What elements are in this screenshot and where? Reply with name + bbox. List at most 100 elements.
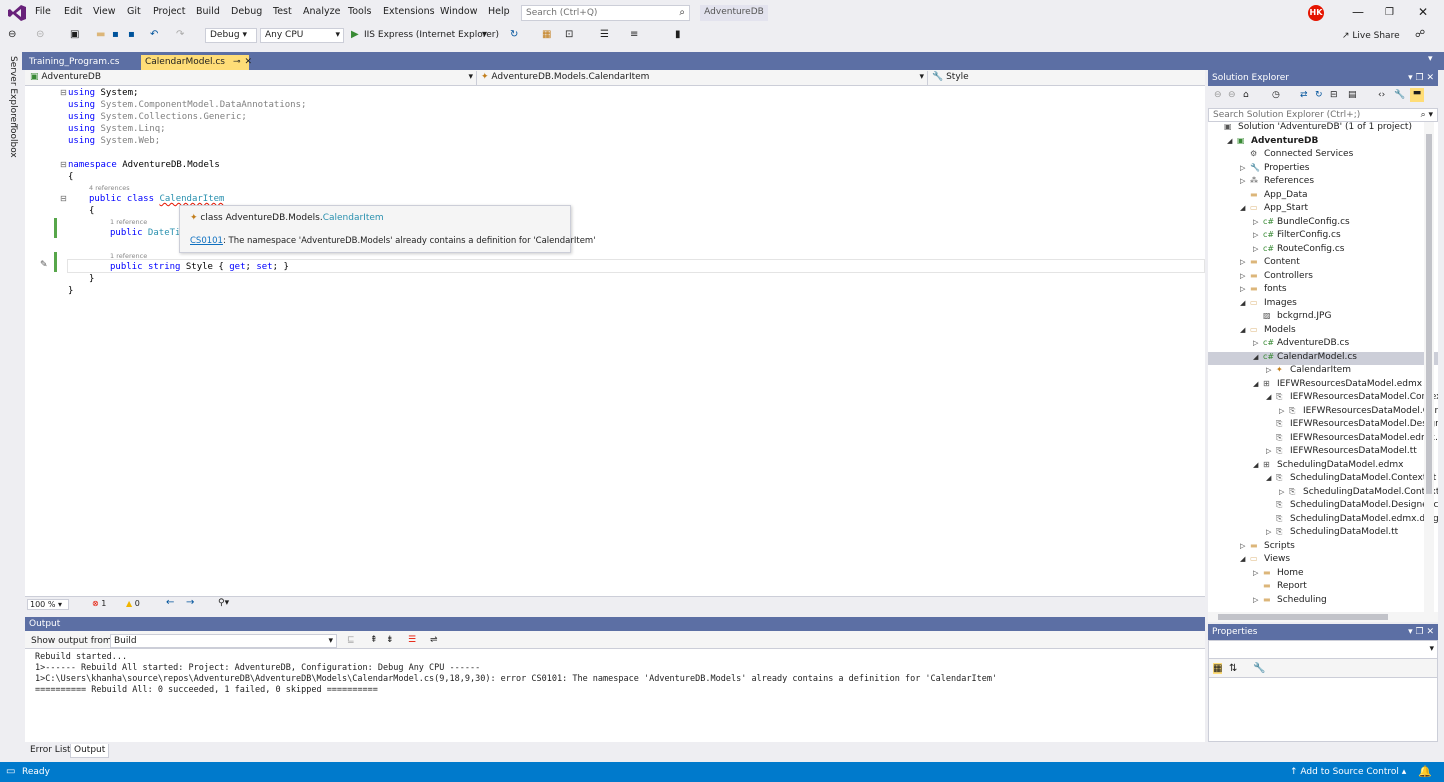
tree-item[interactable]: ◢ ⎘ SchedulingDataModel.Context.tt bbox=[1208, 473, 1438, 487]
save-all-icon[interactable]: ▪ bbox=[128, 29, 135, 40]
tree-item[interactable]: ▬ Report bbox=[1208, 581, 1438, 595]
back-icon[interactable]: ⊖ bbox=[1214, 90, 1222, 100]
forward-icon[interactable]: ⊝ bbox=[36, 29, 44, 40]
expand-arrow-icon[interactable]: ▷ bbox=[1253, 596, 1263, 604]
fold-toggle[interactable]: ⊟ bbox=[60, 88, 67, 97]
tree-item[interactable]: ◢ ▭ Models bbox=[1208, 325, 1438, 339]
tree-item[interactable]: ▷ ⎘ SchedulingDataModel.Context bbox=[1208, 487, 1438, 501]
tree-item[interactable]: ▷ ▬ Content bbox=[1208, 257, 1438, 271]
error-code-link[interactable]: CS0101 bbox=[190, 236, 223, 246]
tree-item[interactable]: ▷ ▬ Controllers bbox=[1208, 271, 1438, 285]
menu-item-project[interactable]: Project bbox=[153, 6, 186, 17]
sync-icon[interactable]: ⇄ bbox=[1300, 90, 1308, 100]
menu-item-file[interactable]: File bbox=[35, 6, 51, 17]
expand-arrow-icon[interactable]: ◢ bbox=[1253, 380, 1263, 388]
expand-arrow-icon[interactable]: ▷ bbox=[1266, 528, 1276, 536]
tree-hscrollbar[interactable] bbox=[1208, 612, 1438, 622]
tree-item[interactable]: ⎘ SchedulingDataModel.edmx.diag bbox=[1208, 514, 1438, 528]
tab-output[interactable]: Output bbox=[70, 744, 110, 758]
expand-arrow-icon[interactable]: ▷ bbox=[1253, 231, 1263, 239]
tab-server-explorer[interactable]: Server Explorer bbox=[8, 56, 18, 126]
expand-arrow-icon[interactable]: ▷ bbox=[1253, 569, 1263, 577]
tab-toolbox[interactable]: Toolbox bbox=[8, 124, 18, 158]
restore-icon[interactable]: ❐ bbox=[1385, 7, 1394, 18]
expand-arrow-icon[interactable]: ▷ bbox=[1240, 258, 1250, 266]
tree-item[interactable]: ◢ ▭ Views bbox=[1208, 554, 1438, 568]
property-pages-icon[interactable]: 🔧 bbox=[1253, 663, 1265, 674]
avatar[interactable]: HK bbox=[1308, 5, 1324, 21]
undo-icon[interactable]: ↶ bbox=[150, 29, 158, 40]
expand-arrow-icon[interactable]: ▷ bbox=[1240, 164, 1250, 172]
tree-item[interactable]: ▷ ▬ fonts bbox=[1208, 284, 1438, 298]
expand-arrow-icon[interactable]: ▷ bbox=[1266, 366, 1276, 374]
screenshot-icon[interactable]: ⊡ bbox=[565, 29, 573, 40]
menu-item-build[interactable]: Build bbox=[196, 6, 220, 17]
home-icon[interactable]: ⌂ bbox=[1243, 90, 1249, 100]
tree-item[interactable]: ▷ ✦ CalendarItem bbox=[1208, 365, 1438, 379]
menu-item-extensions[interactable]: Extensions bbox=[383, 6, 435, 17]
add-to-source-control-button[interactable]: ↑ Add to Source Control ▴ bbox=[1290, 767, 1406, 777]
tree-item[interactable]: ▷ c# BundleConfig.cs bbox=[1208, 217, 1438, 231]
visual-studio-logo-icon[interactable] bbox=[8, 5, 26, 21]
expand-arrow-icon[interactable]: ◢ bbox=[1227, 137, 1237, 145]
expand-arrow-icon[interactable]: ▷ bbox=[1279, 407, 1289, 415]
redo-icon[interactable]: ↷ bbox=[176, 29, 184, 40]
tree-item[interactable]: ▷ ⁂ References bbox=[1208, 176, 1438, 190]
go-to-line-icon[interactable]: ⊑ bbox=[347, 635, 355, 645]
clear-all-icon[interactable]: ☰ bbox=[408, 635, 416, 645]
fold-toggle[interactable]: ⊟ bbox=[60, 194, 67, 203]
menu-item-window[interactable]: Window bbox=[440, 6, 477, 17]
tree-item[interactable]: ◢ ⊞ IEFWResourcesDataModel.edmx bbox=[1208, 379, 1438, 393]
tree-item[interactable]: ▷ c# FilterConfig.cs bbox=[1208, 230, 1438, 244]
expand-arrow-icon[interactable]: ◢ bbox=[1240, 555, 1250, 563]
hscrollbar-thumb[interactable] bbox=[1218, 614, 1388, 620]
tree-item[interactable]: ▷ ▬ Home bbox=[1208, 568, 1438, 582]
expand-arrow-icon[interactable]: ◢ bbox=[1240, 326, 1250, 334]
menu-item-debug[interactable]: Debug bbox=[231, 6, 262, 17]
menu-item-view[interactable]: View bbox=[93, 6, 116, 17]
next-issue-icon[interactable]: → bbox=[186, 597, 194, 608]
expand-arrow-icon[interactable]: ▷ bbox=[1253, 339, 1263, 347]
fold-toggle[interactable]: ⊟ bbox=[60, 160, 67, 169]
open-folder-icon[interactable]: ▬ bbox=[96, 29, 105, 40]
menu-item-help[interactable]: Help bbox=[488, 6, 510, 17]
codelens-references[interactable]: 4 references bbox=[89, 184, 130, 192]
expand-arrow-icon[interactable]: ◢ bbox=[1266, 474, 1276, 482]
properties-object-dropdown[interactable]: ▾ bbox=[1209, 641, 1437, 659]
run-icon[interactable]: ▶ bbox=[351, 29, 359, 40]
tree-item[interactable]: ▷ ▬ Scripts bbox=[1208, 541, 1438, 555]
expand-arrow-icon[interactable]: ▷ bbox=[1240, 272, 1250, 280]
tree-item[interactable]: ◢ c# CalendarModel.cs bbox=[1208, 351, 1438, 365]
type-navigator[interactable]: ✦ AdventureDB.Models.CalendarItem ▾ bbox=[478, 71, 928, 85]
platform-dropdown[interactable]: Any CPU ▾ bbox=[260, 28, 344, 43]
expand-arrow-icon[interactable]: ▷ bbox=[1279, 488, 1289, 496]
next-message-icon[interactable]: ⇟ bbox=[386, 635, 394, 645]
show-all-files-icon[interactable]: ▤ bbox=[1348, 90, 1357, 100]
scrollbar-thumb[interactable] bbox=[1426, 134, 1432, 494]
word-wrap-icon[interactable]: ⇌ bbox=[430, 635, 438, 645]
pin-icon[interactable]: ⊸ bbox=[233, 57, 241, 67]
tree-item[interactable]: ◢ ▭ Images bbox=[1208, 298, 1438, 312]
preview-icon[interactable]: ▬ bbox=[1410, 88, 1424, 102]
zoom-dropdown[interactable]: 100 % ▾ bbox=[27, 599, 69, 610]
tree-item[interactable]: ⎘ SchedulingDataModel.Designer.cs bbox=[1208, 500, 1438, 514]
expand-arrow-icon[interactable]: ◢ bbox=[1253, 353, 1263, 361]
output-source-dropdown[interactable]: Build ▾ bbox=[110, 634, 337, 648]
menu-item-test[interactable]: Test bbox=[273, 6, 292, 17]
menu-item-git[interactable]: Git bbox=[127, 6, 141, 17]
tree-item[interactable]: ▷ c# RouteConfig.cs bbox=[1208, 244, 1438, 258]
tree-item[interactable]: ◢ ⊞ SchedulingDataModel.edmx bbox=[1208, 460, 1438, 474]
run-dropdown-icon[interactable]: ▾ bbox=[482, 29, 487, 40]
browser-link-icon[interactable]: ▦ bbox=[542, 29, 551, 40]
tree-item[interactable]: ◢ ▣ AdventureDB bbox=[1208, 136, 1438, 150]
expand-arrow-icon[interactable]: ▷ bbox=[1266, 447, 1276, 455]
tab-calendar-model[interactable]: CalendarModel.cs ⊸ ✕ bbox=[141, 55, 252, 70]
menu-item-edit[interactable]: Edit bbox=[64, 6, 82, 17]
feedback-icon[interactable]: ☍ bbox=[1415, 29, 1425, 40]
properties-icon[interactable]: 🔧 bbox=[1394, 90, 1405, 100]
live-share-button[interactable]: ↗ Live Share bbox=[1342, 31, 1400, 41]
expand-arrow-icon[interactable]: ▷ bbox=[1240, 285, 1250, 293]
bookmark-icon[interactable]: ▮ bbox=[675, 29, 681, 40]
tree-item[interactable]: ▣ Solution 'AdventureDB' (1 of 1 project) bbox=[1208, 122, 1438, 136]
member-navigator[interactable]: 🔧 Style bbox=[929, 71, 1205, 85]
